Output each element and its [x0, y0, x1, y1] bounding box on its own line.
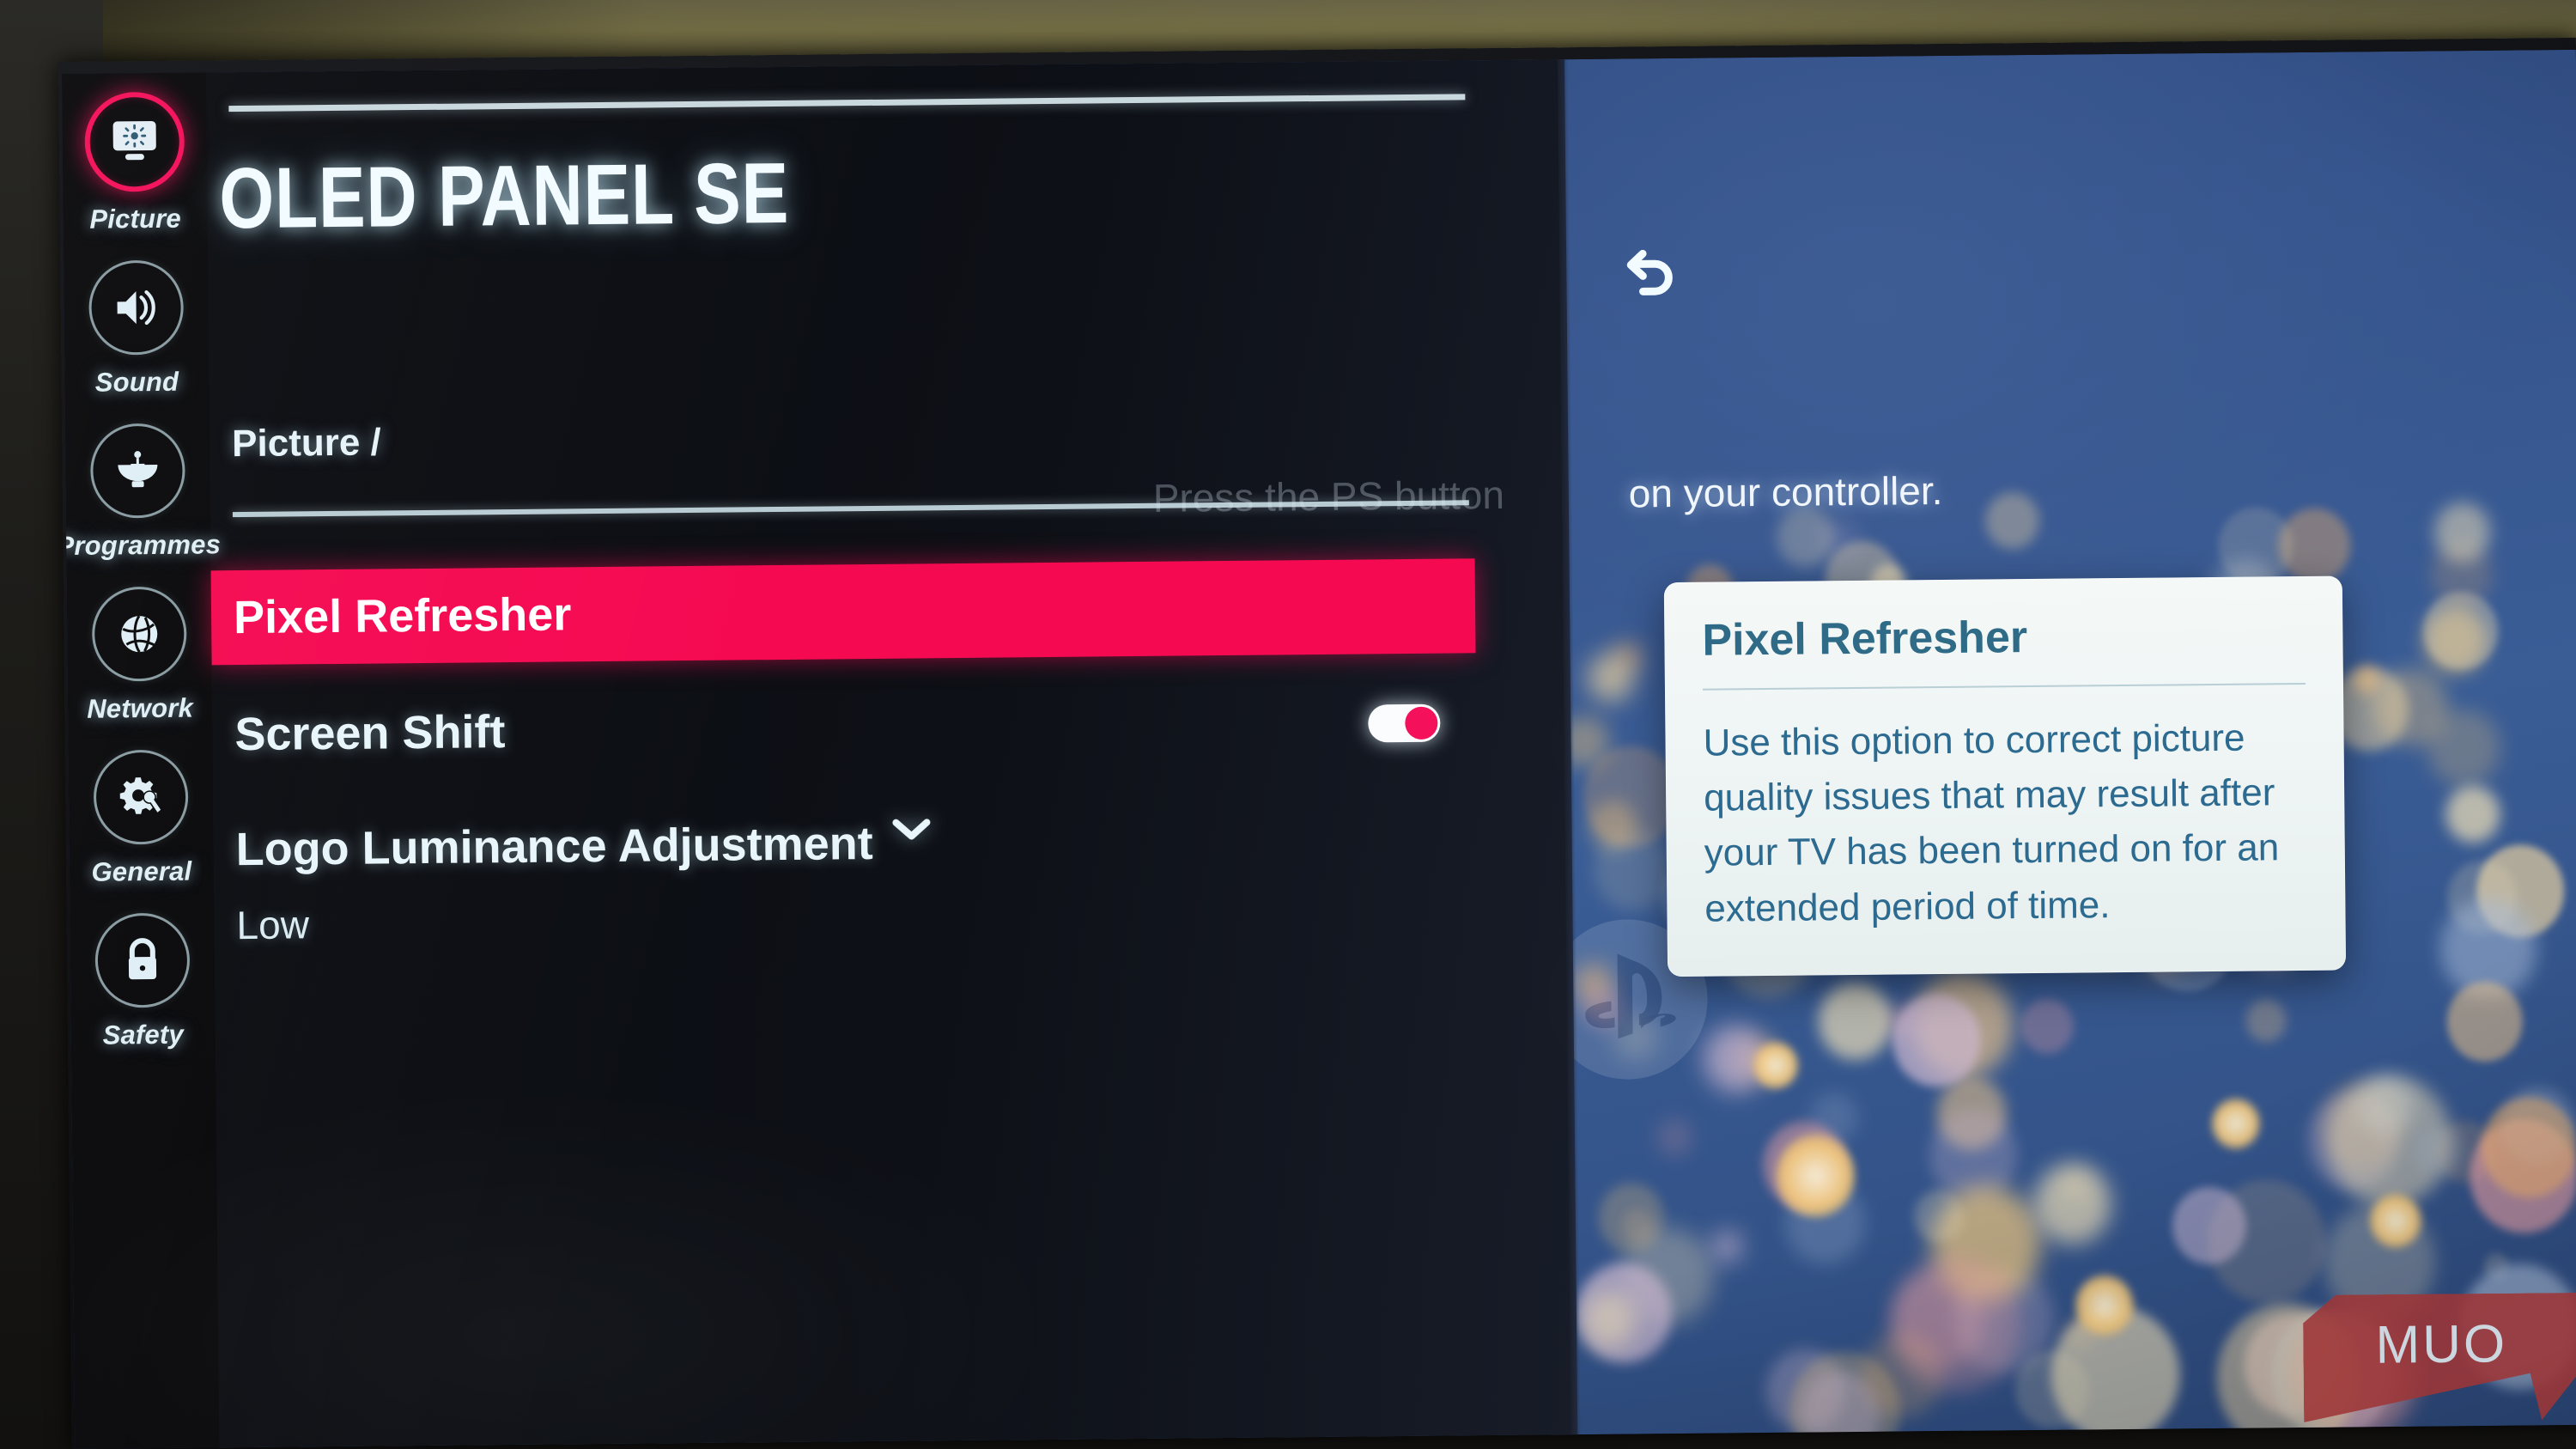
speaker-icon [112, 286, 160, 330]
menu-row-label: Logo Luminance Adjustment [235, 817, 873, 876]
header-rule [228, 94, 1466, 113]
menu-row-pixel-refresher[interactable]: Pixel Refresher [210, 558, 1476, 666]
menu-row-screen-shift[interactable]: Screen Shift [212, 674, 1571, 782]
tv-screen: Press the PS button on your controller. [62, 49, 2576, 1449]
back-button[interactable] [1612, 237, 1695, 320]
page-title: OLED PANEL SE [218, 144, 790, 247]
satellite-dish-icon [113, 449, 161, 493]
tooltip-title: Pixel Refresher [1702, 612, 2028, 666]
settings-content: OLED PANEL SE Picture / Pixel Refresher [206, 59, 1673, 1447]
padlock-icon [122, 937, 164, 983]
sidebar-item-network[interactable]: Network [67, 586, 213, 725]
breadcrumb: Picture / [231, 421, 381, 466]
sidebar-item-label: Sound [94, 366, 179, 398]
screen-shift-toggle[interactable] [1368, 703, 1441, 743]
ps-hint-bright: on your controller. [1628, 467, 1943, 516]
sidebar-item-picture[interactable]: Picture [62, 91, 208, 235]
sidebar-item-label: Programmes [62, 529, 222, 562]
network-ring [91, 586, 187, 682]
sidebar-item-programmes[interactable]: Programmes [62, 423, 221, 562]
sound-ring [88, 259, 185, 356]
screenshot-root: Press the PS button on your controller. [0, 0, 2576, 1449]
muo-watermark: MUO [2303, 1293, 2576, 1422]
safety-ring [94, 912, 191, 1008]
sidebar-item-label: Picture [89, 203, 182, 234]
chevron-down-icon [891, 816, 931, 842]
menu-row-label: Screen Shift [234, 706, 506, 761]
tooltip-divider [1702, 682, 2306, 691]
sidebar-item-safety[interactable]: Safety [70, 912, 216, 1051]
menu-row-label: Pixel Refresher [233, 588, 572, 644]
sidebar-item-general[interactable]: General [69, 749, 215, 888]
sidebar-item-label: Network [87, 692, 194, 724]
toggle-knob [1405, 706, 1438, 740]
ps-hint-dim: Press the PS button [1152, 472, 1505, 521]
display-brightness-icon [110, 119, 160, 165]
picture-ring [84, 91, 185, 192]
tooltip-card: Pixel Refresher Use this option to corre… [1663, 575, 2347, 977]
sidebar-item-label: Safety [102, 1019, 185, 1050]
sidebar-item-sound[interactable]: Sound [64, 259, 210, 399]
settings-menu-list: Pixel Refresher Screen Shift Logo Lumina… [210, 557, 1573, 965]
menu-row-value: Low [236, 902, 310, 948]
gear-wrench-icon [117, 774, 166, 821]
sidebar-item-label: General [91, 855, 192, 887]
settings-sidebar: Picture Sound Programmes Network General… [62, 72, 221, 1449]
globe-icon [116, 611, 163, 658]
tooltip-body: Use this option to correct picture quali… [1703, 716, 2280, 930]
back-arrow-icon [1620, 247, 1686, 309]
watermark-text: MUO [2375, 1314, 2508, 1375]
menu-row-logo-luminance[interactable]: Logo Luminance Adjustment Low [213, 807, 1573, 965]
programmes-ring [89, 423, 185, 519]
general-ring [93, 749, 189, 845]
